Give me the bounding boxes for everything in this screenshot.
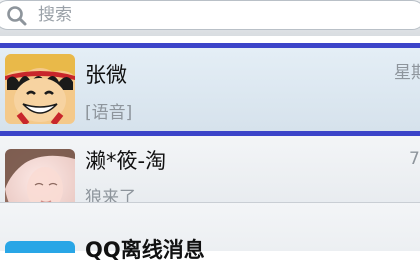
chat-time: 星期 xyxy=(394,63,420,83)
chat-name: QQ离线消息 xyxy=(85,238,205,262)
search-bar: 搜索 xyxy=(0,0,420,36)
chat-preview: [语音] xyxy=(85,103,133,123)
cartoon-pirate-avatar-icon xyxy=(5,54,75,124)
chat-name: 濑*筱-淘 xyxy=(85,149,167,173)
chat-name: 张微 xyxy=(85,63,127,87)
search-icon xyxy=(7,6,27,26)
qq-avatar-icon xyxy=(5,241,75,253)
chat-row[interactable]: QQ离线消息 xyxy=(0,202,420,262)
chat-row[interactable]: 张微 [语音] 星期 xyxy=(0,43,420,136)
search-placeholder: 搜索 xyxy=(38,5,72,25)
search-input[interactable]: 搜索 xyxy=(0,0,420,30)
chat-time: 7 xyxy=(409,149,420,169)
